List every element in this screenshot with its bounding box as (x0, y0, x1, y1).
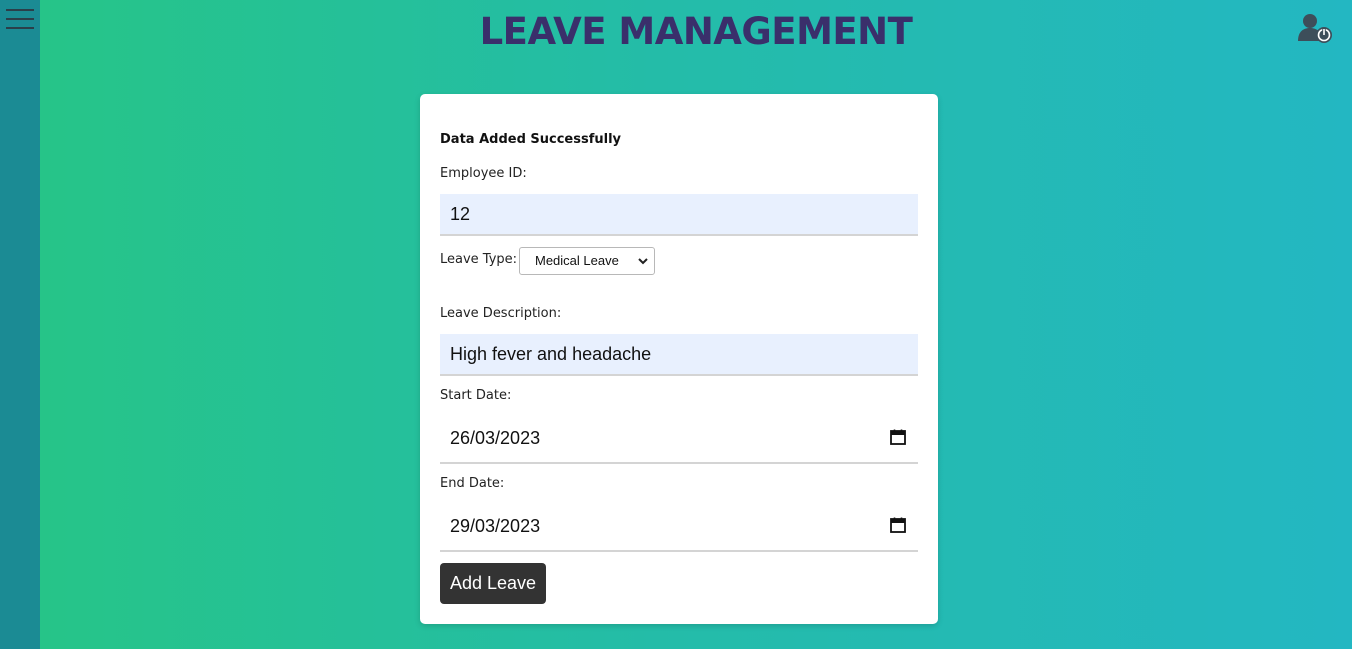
employee-id-label: Employee ID: (440, 166, 527, 181)
employee-id-input[interactable]: 12 (440, 194, 918, 236)
leave-form-card: Data Added Successfully Employee ID: 12 … (420, 94, 938, 624)
success-message: Data Added Successfully (440, 132, 622, 147)
hamburger-menu-icon[interactable] (6, 9, 34, 31)
add-leave-button[interactable]: Add Leave (440, 563, 546, 604)
start-date-value: 26/03/2023 (450, 428, 541, 448)
user-logout-icon[interactable] (1298, 13, 1334, 45)
leave-type-select[interactable]: Medical Leave (519, 247, 655, 275)
calendar-icon[interactable] (890, 429, 906, 445)
start-date-label: Start Date: (440, 388, 512, 403)
end-date-label: End Date: (440, 476, 505, 491)
sidebar (0, 0, 40, 649)
leave-description-label: Leave Description: (440, 306, 562, 321)
start-date-input[interactable]: 26/03/2023 (440, 414, 918, 464)
leave-type-selected: Medical Leave (535, 253, 619, 268)
end-date-value: 29/03/2023 (450, 516, 541, 536)
leave-description-input[interactable]: High fever and headache (440, 334, 918, 376)
end-date-input[interactable]: 29/03/2023 (440, 502, 918, 552)
leave-type-label: Leave Type: (440, 252, 518, 267)
calendar-icon[interactable] (890, 517, 906, 533)
page-title: LEAVE MANAGEMENT (479, 10, 913, 53)
chevron-down-icon (638, 258, 648, 265)
